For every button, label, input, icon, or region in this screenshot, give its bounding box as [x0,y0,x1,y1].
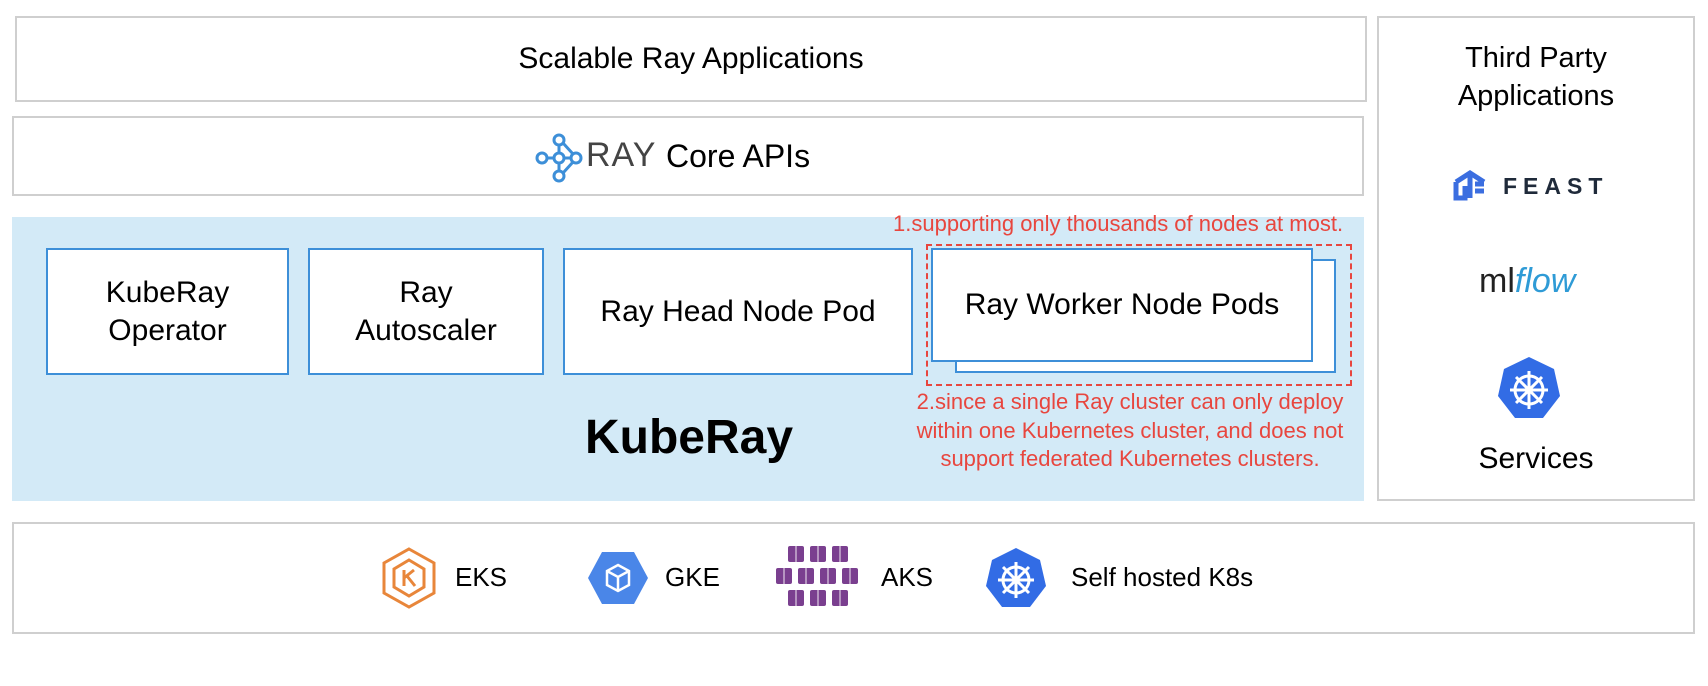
ray-head-node-pod-label: Ray Head Node Pod [600,294,876,328]
ray-autoscaler-label: Ray Autoscaler [355,276,497,347]
annotation-line: support federated Kubernetes clusters. [940,446,1320,472]
kubernetes-services-icon [1498,357,1560,418]
ray-logo-text: RAY [586,136,657,174]
mlflow-flow-text: flow [1514,262,1576,300]
feast-logo-icon [1453,170,1486,201]
eks-icon [382,547,436,609]
kubernetes-icon [986,548,1046,607]
third-party-panel: Third Party Applications FEAST mlflow Se… [1377,16,1695,501]
scalable-ray-applications-layer: Scalable Ray Applications [15,16,1367,102]
gke-icon [588,552,648,604]
annotation-line: within one Kubernetes cluster, and does … [916,417,1344,443]
scalable-ray-applications-label: Scalable Ray Applications [518,42,864,76]
self-hosted-k8s-label: Self hosted K8s [1071,562,1254,592]
ray-head-node-pod-box: Ray Head Node Pod [563,248,913,375]
annotation-line: 2.since a single Ray cluster can only de… [916,389,1344,414]
mlflow-ml-text: ml [1479,262,1515,300]
mlflow-logo: mlflow [1479,262,1575,301]
gke-label: GKE [665,562,720,592]
ray-autoscaler-box: Ray Autoscaler [308,248,544,375]
platforms-layer: EKS GKE AKS Self hosted K8s [12,522,1695,634]
kuberay-operator-label: KubeRay Operator [105,276,230,347]
ray-logo-icon [535,133,583,183]
annotation-single-cluster: 2.since a single Ray cluster can only de… [885,388,1375,474]
aks-icon [776,546,858,606]
ray-worker-node-pods-label: Ray Worker Node Pods [964,288,1280,322]
ray-worker-node-pods-box: Ray Worker Node Pods [931,248,1313,362]
kuberay-operator-box: KubeRay Operator [46,248,289,375]
third-party-title: Third Party Applications [1457,42,1615,112]
kuberay-title: KubeRay [585,411,794,464]
eks-label: EKS [455,562,508,592]
aks-label: AKS [881,562,934,592]
core-apis-label: Core APIs [666,138,811,174]
ray-core-apis-layer: RAY Core APIs [12,116,1364,196]
services-label: Services [1478,442,1594,475]
annotation-node-limit: 1.supporting only thousands of nodes at … [893,211,1344,236]
feast-logo-text: FEAST [1503,173,1609,199]
